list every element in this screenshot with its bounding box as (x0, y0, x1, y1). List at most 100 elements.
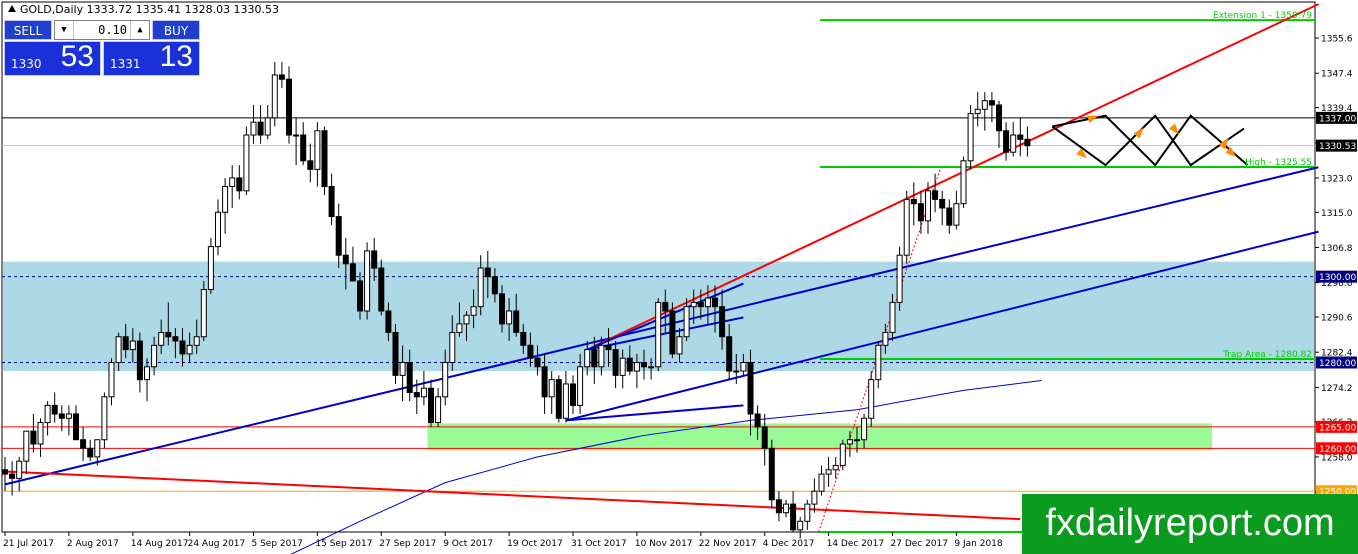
bear-candle (946, 207, 953, 226)
buy-price-button[interactable]: 1331 13 (103, 40, 200, 76)
y-tick-label: 1355.6 (1321, 35, 1353, 45)
lot-size-field[interactable]: ▼ 0.10 ▲ (54, 20, 150, 40)
bear-candle (1017, 134, 1024, 140)
bull-candle (839, 443, 846, 466)
bull-candle (804, 503, 811, 522)
bear-candle (406, 361, 413, 394)
chart-canvas: Extension 1 - 1359.79 High - 1325.55 Trap … (1, 1, 1357, 554)
y-tick-label: 1290.6 (1321, 313, 1353, 323)
bear-candle (917, 203, 924, 222)
bull-candle (449, 331, 456, 363)
bear-candle (321, 130, 328, 188)
bear-candle (122, 336, 129, 351)
bull-candle (506, 310, 513, 325)
x-tick-label: 22 Nov 2017 (699, 539, 757, 549)
bull-candle (108, 361, 115, 398)
bear-candle (385, 310, 392, 333)
bear-candle (392, 331, 399, 376)
bear-candle (534, 357, 541, 368)
bear-candle (712, 297, 718, 308)
bear-candle (726, 336, 733, 372)
bull-candle (633, 361, 640, 372)
bear-candle (555, 379, 562, 419)
buy-button[interactable]: BUY (152, 20, 200, 40)
bear-candle (58, 413, 65, 419)
bull-candle (222, 186, 229, 213)
green-zone (427, 423, 1212, 451)
bull-candle (23, 430, 30, 462)
bull-candle (193, 336, 200, 346)
bull-candle (896, 254, 903, 303)
sell-price-button[interactable]: 1330 53 (4, 40, 101, 76)
bear-candle (278, 74, 285, 80)
bear-candle (286, 78, 292, 136)
bull-candle (861, 417, 868, 441)
bear-candle (513, 310, 520, 333)
price-label: 1280.00 (1319, 359, 1356, 369)
bull-candle (215, 211, 221, 248)
price-label: 1260.00 (1319, 445, 1356, 455)
sell-button[interactable]: SELL (4, 20, 52, 40)
bear-candle (768, 447, 775, 501)
bull-candle (868, 379, 875, 419)
bull-candle (577, 366, 584, 406)
x-tick-label: 9 Oct 2017 (443, 539, 493, 549)
bull-candle (953, 203, 960, 226)
bull-candle (783, 503, 789, 514)
bull-candle (704, 297, 711, 308)
bear-candle (136, 340, 143, 381)
bull-candle (619, 357, 626, 376)
bull-candle (456, 323, 463, 333)
x-tick-label: 5 Sep 2017 (252, 539, 303, 549)
x-tick-label: 10 Nov 2017 (635, 539, 693, 549)
x-tick-label: 27 Sep 2017 (379, 539, 436, 549)
x-tick-label: 9 Jan 2018 (954, 539, 1002, 549)
lot-size-value[interactable]: 0.10 (98, 21, 127, 39)
bear-candle (1003, 130, 1010, 153)
bull-candle (676, 336, 683, 355)
bear-candle (413, 392, 420, 398)
bull-candle (889, 301, 896, 333)
sell-price-pips: 53 (60, 40, 94, 73)
bull-candle (562, 383, 569, 419)
bull-candle (875, 344, 882, 381)
bear-candle (73, 413, 79, 441)
bull-candle (960, 160, 967, 205)
bear-candle (939, 198, 946, 209)
x-tick-label: 14 Dec 2017 (827, 539, 885, 549)
bear-candle (570, 383, 576, 406)
bear-candle (328, 186, 335, 218)
bull-candle (229, 177, 236, 188)
triangle-up-icon[interactable]: ▲ (130, 21, 149, 39)
triangle-down-icon[interactable]: ▼ (55, 21, 74, 39)
bear-candle (988, 100, 995, 106)
y-tick-label: 1306.8 (1321, 244, 1353, 254)
bull-candle (250, 121, 257, 136)
bull-candle (435, 396, 442, 424)
bull-candle (44, 404, 51, 424)
sell-price-prefix: 1330 (11, 57, 42, 71)
x-tick-label: 4 Dec 2017 (763, 539, 815, 549)
bull-candle (463, 314, 470, 325)
bull-candle (470, 306, 477, 316)
bull-candle (825, 469, 832, 475)
bull-candle (94, 439, 101, 458)
bear-candle (754, 413, 761, 428)
bull-candle (683, 306, 690, 338)
buy-price-pips: 13 (159, 40, 193, 73)
bear-candle (491, 276, 498, 295)
price-label: 1265.00 (1319, 423, 1356, 433)
bear-candle (484, 267, 491, 278)
bull-candle (314, 130, 321, 170)
bull-candle (846, 439, 853, 445)
bear-candle (300, 134, 307, 162)
x-tick-label: 14 Aug 2017 (131, 539, 189, 549)
bear-candle (697, 301, 704, 308)
level-annotation: Trap Area - 1280.82 (1222, 350, 1312, 360)
bull-candle (974, 108, 981, 115)
bull-candle (733, 370, 740, 373)
bull-candle (598, 344, 605, 368)
bull-candle (16, 460, 23, 479)
bear-candle (349, 263, 356, 282)
y-tick-label: 1323.0 (1321, 174, 1353, 184)
